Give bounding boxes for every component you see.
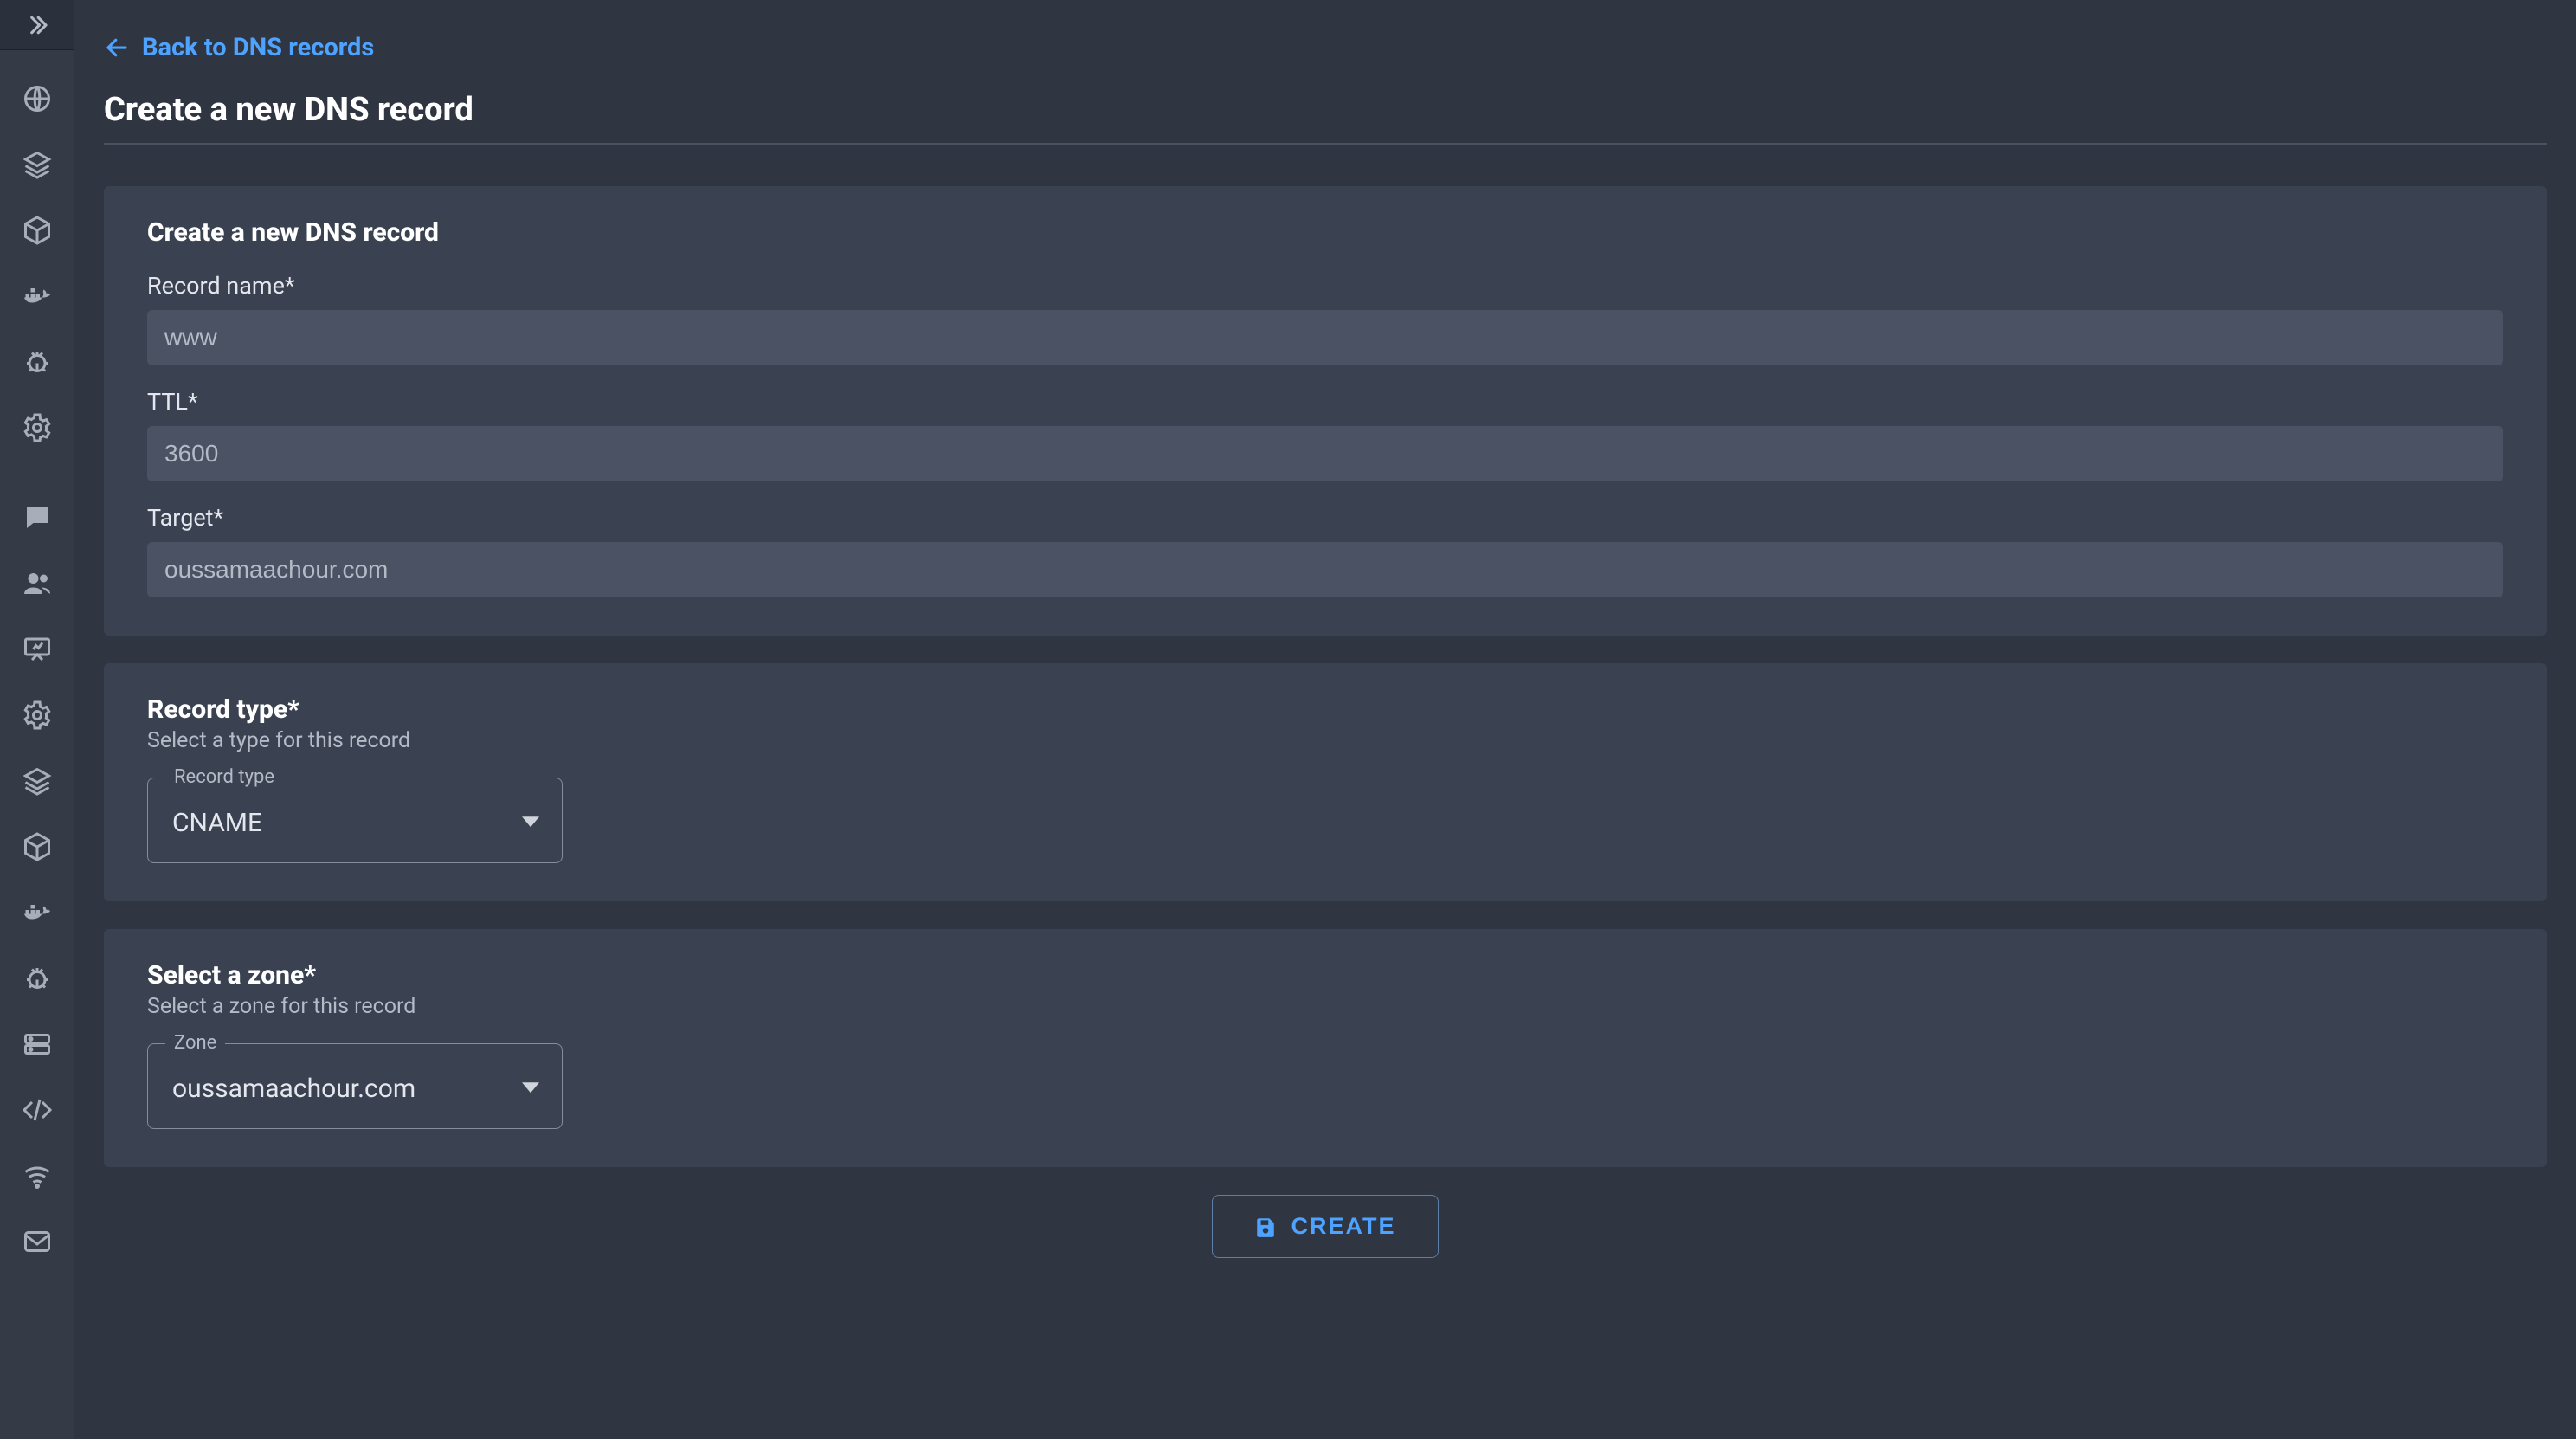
- zone-title: Select a zone*: [147, 960, 2503, 991]
- card-basic-title: Create a new DNS record: [147, 217, 2503, 248]
- users-icon: [22, 568, 53, 599]
- ttl-input[interactable]: [147, 426, 2503, 481]
- save-icon: [1254, 1216, 1277, 1238]
- sidebar-item-bug2[interactable]: [22, 945, 53, 1011]
- gear-icon: [22, 700, 53, 731]
- record-type-title: Record type*: [147, 694, 2503, 725]
- docker-icon: [22, 897, 53, 928]
- record-type-select[interactable]: Record type CNAME: [147, 778, 563, 863]
- sidebar-item-mail[interactable]: [22, 1209, 53, 1274]
- zone-float-label: Zone: [165, 1032, 225, 1054]
- card-zone: Select a zone* Select a zone for this re…: [104, 929, 2547, 1167]
- zone-value: oussamaachour.com: [172, 1074, 415, 1104]
- sidebar-toggle[interactable]: [0, 0, 74, 50]
- card-basic: Create a new DNS record Record name* TTL…: [104, 186, 2547, 636]
- chat-icon: [22, 502, 53, 533]
- zone-select[interactable]: Zone oussamaachour.com: [147, 1043, 563, 1129]
- bug-icon: [22, 963, 53, 994]
- sidebar-item-gear2[interactable]: [22, 682, 53, 748]
- layers-icon: [22, 765, 53, 797]
- chevron-down-icon: [522, 816, 539, 827]
- sidebar-item-presentation[interactable]: [22, 616, 53, 682]
- sidebar-item-gear[interactable]: [22, 395, 53, 461]
- main-content: Back to DNS records Create a new DNS rec…: [74, 0, 2576, 1439]
- code-icon: [22, 1094, 53, 1126]
- ttl-label: TTL*: [147, 388, 2503, 416]
- sidebar-item-layers2[interactable]: [22, 748, 53, 814]
- create-button-label: CREATE: [1291, 1213, 1395, 1240]
- sidebar-item-bug[interactable]: [22, 329, 53, 395]
- sidebar-item-users[interactable]: [22, 551, 53, 616]
- sidebar-item-cube[interactable]: [22, 197, 53, 263]
- sidebar-item-wifi[interactable]: [22, 1143, 53, 1209]
- back-link[interactable]: Back to DNS records: [104, 33, 374, 62]
- chevron-double-right-icon: [24, 12, 50, 38]
- page-title: Create a new DNS record: [104, 91, 2547, 129]
- sidebar: [0, 0, 74, 1439]
- action-row: CREATE: [104, 1195, 2547, 1258]
- record-name-label: Record name*: [147, 272, 2503, 300]
- create-button[interactable]: CREATE: [1212, 1195, 1438, 1258]
- zone-help: Select a zone for this record: [147, 994, 2503, 1019]
- sidebar-item-globe[interactable]: [22, 66, 53, 132]
- card-record-type: Record type* Select a type for this reco…: [104, 663, 2547, 901]
- chevron-down-icon: [522, 1082, 539, 1093]
- presentation-icon: [22, 634, 53, 665]
- sidebar-group-2: [22, 485, 53, 1274]
- target-label: Target*: [147, 504, 2503, 532]
- arrow-left-icon: [104, 35, 130, 61]
- divider: [104, 143, 2547, 145]
- sidebar-item-code[interactable]: [22, 1077, 53, 1143]
- globe-icon: [22, 83, 53, 114]
- record-type-value: CNAME: [172, 808, 262, 838]
- record-name-input[interactable]: [147, 310, 2503, 365]
- back-link-label: Back to DNS records: [142, 33, 374, 62]
- sidebar-item-docker2[interactable]: [22, 880, 53, 945]
- sidebar-item-layers[interactable]: [22, 132, 53, 197]
- cube-icon: [22, 831, 53, 862]
- gear-icon: [22, 412, 53, 443]
- sidebar-item-server[interactable]: [22, 1011, 53, 1077]
- sidebar-item-docker[interactable]: [22, 263, 53, 329]
- record-type-float-label: Record type: [165, 766, 283, 788]
- mail-icon: [22, 1226, 53, 1257]
- target-input[interactable]: [147, 542, 2503, 597]
- cube-icon: [22, 215, 53, 246]
- record-type-help: Select a type for this record: [147, 728, 2503, 753]
- sidebar-item-chat[interactable]: [22, 485, 53, 551]
- sidebar-item-cube2[interactable]: [22, 814, 53, 880]
- server-icon: [22, 1029, 53, 1060]
- layers-icon: [22, 149, 53, 180]
- docker-icon: [22, 281, 53, 312]
- sidebar-group-1: [22, 50, 53, 461]
- wifi-icon: [22, 1160, 53, 1191]
- bug-icon: [22, 346, 53, 377]
